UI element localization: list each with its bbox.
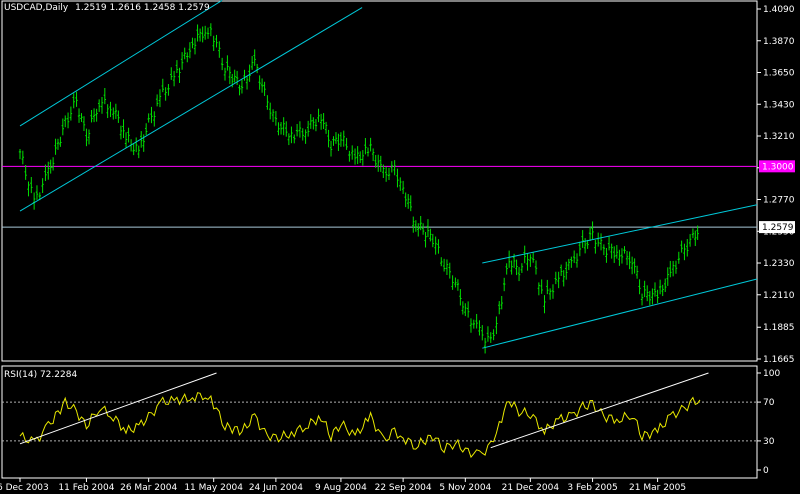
price-tick-label: 1.2330: [763, 259, 795, 269]
chart-canvas: 1.40901.38701.36501.34301.32101.29901.27…: [0, 0, 800, 494]
price-header: USDCAD,Daily 1.2519 1.2616 1.2458 1.2579: [4, 3, 210, 13]
rsi-tick-label: 0: [763, 466, 769, 476]
price-tick-label: 1.3210: [763, 132, 795, 142]
current-price-label: 1.2579: [762, 223, 794, 233]
background: [0, 0, 800, 494]
level-price-label: 1.3000: [762, 162, 794, 172]
rsi-header: RSI(14) 72.2284: [4, 370, 77, 380]
low-value: 1.2458: [143, 3, 176, 13]
date-tick-label: 9 Aug 2004: [315, 483, 367, 493]
date-tick-label: 5 Nov 2004: [439, 483, 491, 493]
price-tick-label: 1.3870: [763, 37, 795, 47]
date-tick-label: 26 Dec 2003: [0, 483, 49, 493]
date-tick-label: 22 Sep 2004: [375, 483, 432, 493]
price-tick-label: 1.3650: [763, 69, 795, 79]
date-tick-label: 3 Feb 2005: [567, 483, 617, 493]
open-value: 1.2519: [75, 3, 107, 13]
close-value: 1.2579: [178, 3, 210, 13]
date-tick-label: 21 Dec 2004: [502, 483, 560, 493]
date-tick-label: 24 Jun 2004: [249, 483, 303, 493]
date-tick-label: 11 Feb 2004: [58, 483, 114, 493]
rsi-tick-label: 70: [763, 398, 775, 408]
price-tick-label: 1.2110: [763, 291, 795, 301]
price-tick-label: 1.2770: [763, 196, 795, 206]
price-tick-label: 1.4090: [763, 5, 795, 15]
symbol-label: USDCAD,Daily: [4, 3, 69, 13]
price-tick-label: 1.3430: [763, 100, 795, 110]
price-tick-label: 1.1665: [763, 355, 795, 365]
chart-window: 1.40901.38701.36501.34301.32101.29901.27…: [0, 0, 800, 494]
price-tick-label: 1.1885: [763, 323, 795, 333]
rsi-tick-label: 100: [763, 369, 780, 379]
date-tick-label: 21 Mar 2005: [629, 483, 686, 493]
date-tick-label: 11 May 2004: [184, 483, 243, 493]
rsi-label: RSI(14) 72.2284: [4, 370, 78, 380]
rsi-tick-label: 30: [763, 437, 775, 447]
date-tick-label: 26 Mar 2004: [120, 483, 177, 493]
high-value: 1.2616: [109, 3, 142, 13]
